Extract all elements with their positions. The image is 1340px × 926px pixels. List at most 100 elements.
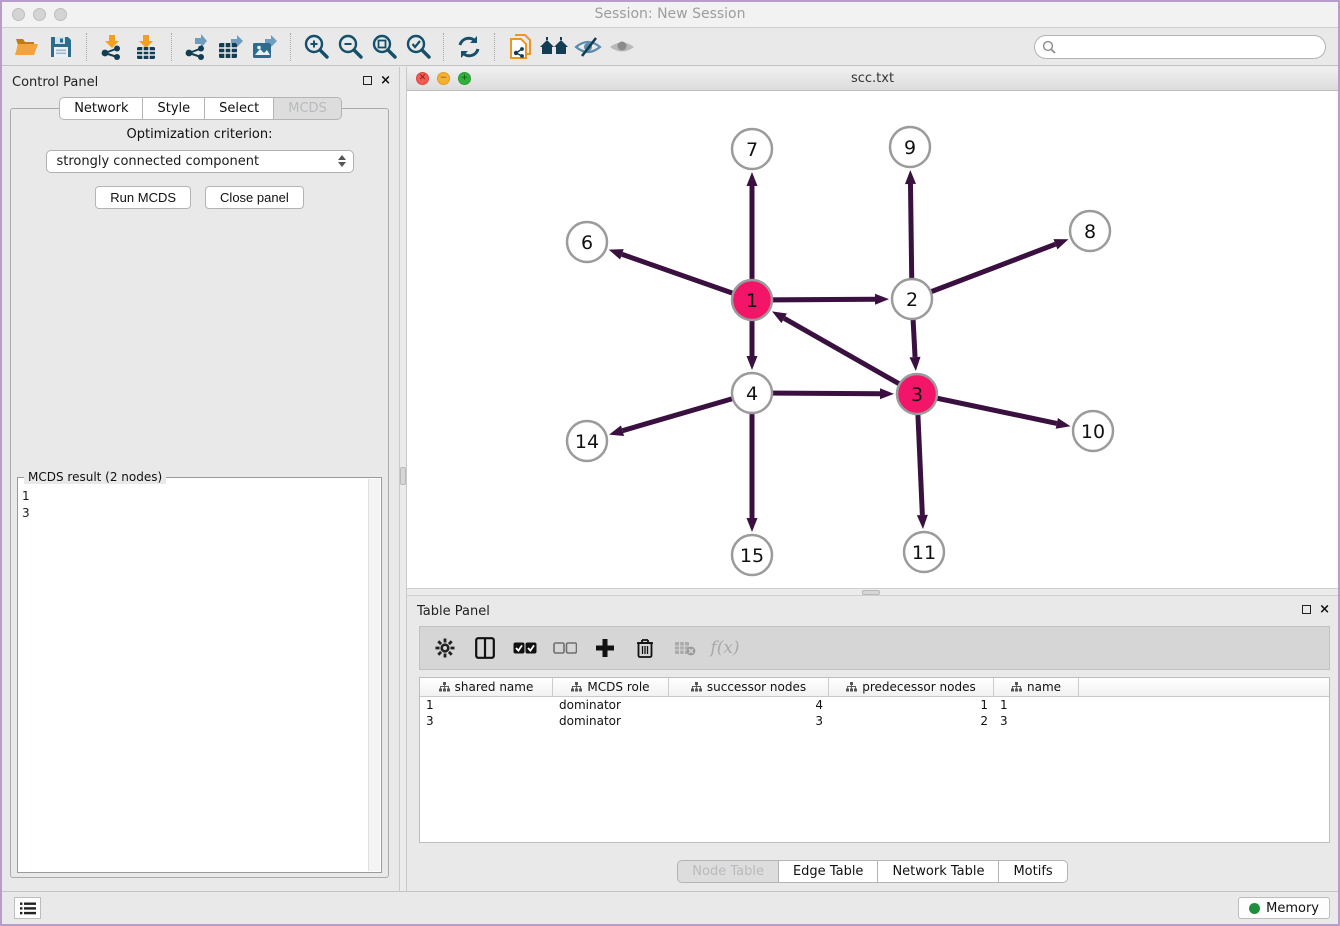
search-input[interactable]	[1034, 35, 1326, 59]
zoom-fit-icon[interactable]	[367, 31, 401, 63]
table-cell[interactable]: 4	[669, 697, 829, 713]
hide-selected-icon[interactable]	[571, 31, 605, 63]
svg-text:9: 9	[904, 137, 916, 159]
mcds-result-list[interactable]: 13	[22, 488, 367, 870]
table-tab-motifs[interactable]: Motifs	[999, 860, 1067, 883]
column-header-shared-name[interactable]: shared name	[420, 678, 553, 696]
save-session-icon[interactable]	[44, 31, 78, 63]
mcds-result-legend: MCDS result (2 nodes)	[24, 470, 166, 484]
column-header-successor-nodes[interactable]: successor nodes	[669, 678, 829, 696]
table-cell[interactable]: dominator	[553, 697, 669, 713]
control-panel-float-icon[interactable]	[363, 76, 372, 85]
graph-node-2[interactable]: 2	[892, 279, 932, 319]
svg-text:7: 7	[746, 139, 758, 161]
mcds-result-item[interactable]: 3	[22, 505, 367, 522]
table-cell[interactable]: dominator	[553, 713, 669, 729]
deselect-all-rows-icon[interactable]	[550, 633, 580, 663]
edge-3-10[interactable]	[917, 394, 1057, 423]
edge-arrow-3-10	[1056, 418, 1071, 429]
edge-arrow-1-6	[609, 249, 624, 259]
graph-node-4[interactable]: 4	[732, 373, 772, 413]
graph-node-14[interactable]: 14	[567, 421, 607, 461]
table-cell[interactable]: 1	[994, 697, 1079, 713]
optimization-criterion-value: strongly connected component	[57, 154, 260, 169]
graph-node-1[interactable]: 1	[732, 280, 772, 320]
show-all-icon[interactable]	[605, 31, 639, 63]
function-builder-icon[interactable]: f(x)	[710, 633, 740, 663]
table-panel-close-icon[interactable]: ×	[1319, 603, 1330, 616]
network-view-titlebar[interactable]: ✕ − + scc.txt	[407, 67, 1338, 91]
optimization-criterion-select[interactable]: strongly connected component	[46, 150, 354, 173]
column-header-mcds-role[interactable]: MCDS role	[553, 678, 669, 696]
zoom-in-icon[interactable]	[299, 31, 333, 63]
table-cell[interactable]: 1	[829, 697, 994, 713]
table-settings-icon[interactable]	[430, 633, 460, 663]
export-image-icon[interactable]	[248, 31, 282, 63]
import-network-icon[interactable]	[95, 31, 129, 63]
fx-label: f(x)	[710, 638, 739, 658]
graph-node-3[interactable]: 3	[897, 374, 937, 414]
memory-button[interactable]: Memory	[1238, 897, 1330, 919]
table-row[interactable]: 1dominator411	[420, 697, 1329, 713]
edge-2-8[interactable]	[912, 244, 1055, 299]
control-panel-close-icon[interactable]: ×	[380, 74, 391, 87]
select-arrows-icon	[338, 155, 346, 167]
vertical-splitter[interactable]	[399, 67, 407, 891]
select-all-rows-icon[interactable]	[510, 633, 540, 663]
column-namespace-icon	[439, 682, 450, 692]
horizontal-splitter[interactable]	[407, 588, 1338, 596]
export-table-icon[interactable]	[214, 31, 248, 63]
zoom-out-icon[interactable]	[333, 31, 367, 63]
table-tab-edge-table[interactable]: Edge Table	[779, 860, 878, 883]
mcds-result-item[interactable]: 1	[22, 488, 367, 505]
tab-select[interactable]: Select	[205, 97, 274, 120]
svg-text:14: 14	[575, 431, 599, 453]
zoom-selected-icon[interactable]	[401, 31, 435, 63]
delete-table-icon[interactable]	[670, 633, 700, 663]
run-mcds-button[interactable]: Run MCDS	[95, 186, 191, 209]
column-header-predecessor-nodes[interactable]: predecessor nodes	[829, 678, 994, 696]
table-tab-network-table[interactable]: Network Table	[878, 860, 999, 883]
column-header-name[interactable]: name	[994, 678, 1079, 696]
task-history-button[interactable]	[14, 897, 41, 919]
graph-node-6[interactable]: 6	[567, 222, 607, 262]
network-canvas[interactable]: 1 2 3 4 6 7 8 9 10 11 14 15	[407, 91, 1338, 588]
table-cell[interactable]: 3	[994, 713, 1079, 729]
column-chooser-icon[interactable]	[470, 633, 500, 663]
delete-column-icon[interactable]	[630, 633, 660, 663]
control-panel-tabs: NetworkStyleSelectMCDS	[2, 97, 399, 120]
import-table-icon[interactable]	[129, 31, 163, 63]
graph-node-15[interactable]: 15	[732, 535, 772, 575]
table-tab-node-table[interactable]: Node Table	[677, 860, 779, 883]
open-session-icon[interactable]	[10, 31, 44, 63]
graph-node-11[interactable]: 11	[904, 532, 944, 572]
add-column-icon[interactable]	[590, 633, 620, 663]
apply-layout-icon[interactable]	[452, 31, 486, 63]
window-title: Session: New Session	[2, 6, 1338, 22]
table-row[interactable]: 3dominator323	[420, 713, 1329, 729]
tab-mcds[interactable]: MCDS	[274, 97, 342, 120]
graph-node-10[interactable]: 10	[1073, 411, 1113, 451]
horizontal-splitter-grip[interactable]	[862, 590, 880, 595]
graph-node-8[interactable]: 8	[1070, 211, 1110, 251]
edge-3-1[interactable]	[784, 318, 917, 394]
table-cell[interactable]: 3	[669, 713, 829, 729]
new-network-from-selection-icon[interactable]	[503, 31, 537, 63]
table-panel-float-icon[interactable]	[1302, 605, 1311, 614]
first-neighbors-icon[interactable]	[537, 31, 571, 63]
mcds-result-scrollbar[interactable]	[368, 479, 380, 871]
graph-node-7[interactable]: 7	[732, 129, 772, 169]
close-panel-button[interactable]: Close panel	[205, 186, 304, 209]
table-cell[interactable]: 2	[829, 713, 994, 729]
edge-arrow-4-14	[609, 425, 624, 436]
table-cell[interactable]: 3	[420, 713, 553, 729]
vertical-splitter-grip[interactable]	[400, 467, 406, 485]
svg-text:11: 11	[912, 542, 936, 564]
tab-style[interactable]: Style	[143, 97, 205, 120]
tab-network[interactable]: Network	[59, 97, 143, 120]
table-cell[interactable]: 1	[420, 697, 553, 713]
graph-node-9[interactable]: 9	[890, 127, 930, 167]
export-network-icon[interactable]	[180, 31, 214, 63]
column-namespace-icon	[1011, 682, 1022, 692]
edge-arrow-4-15	[747, 518, 758, 532]
